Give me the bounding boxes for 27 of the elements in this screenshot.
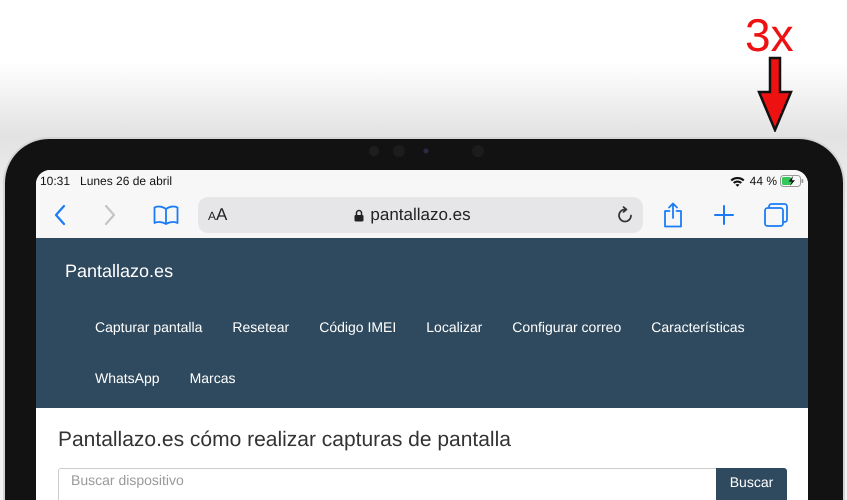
book-icon[interactable] (153, 205, 179, 225)
plus-icon[interactable] (714, 205, 734, 225)
address-bar[interactable]: AA pantallazo.es (198, 197, 643, 233)
search-field[interactable]: Buscar dispositivo (58, 468, 716, 500)
reload-icon[interactable] (617, 206, 633, 224)
back-icon[interactable] (53, 204, 67, 226)
url-text: pantallazo.es (370, 205, 471, 225)
status-time: 10:31 (40, 174, 70, 188)
nav-link[interactable]: Marcas (190, 353, 236, 404)
nav-link[interactable]: Capturar pantalla (95, 302, 202, 353)
status-date: Lunes 26 de abril (80, 174, 172, 188)
text-size-button[interactable]: AA (208, 205, 248, 225)
share-icon[interactable] (663, 202, 683, 228)
site-title-link[interactable]: Pantallazo.es (65, 258, 174, 284)
zoom-label: 3x (745, 10, 794, 60)
wifi-icon (730, 176, 745, 186)
search-button[interactable]: Buscar (716, 468, 787, 500)
battery-percent: 44 % (750, 174, 777, 188)
nav-link[interactable]: Características (651, 302, 745, 353)
nav-link[interactable]: Código IMEI (319, 302, 396, 353)
nav-link[interactable]: Resetear (232, 302, 290, 353)
nav-link[interactable]: Configurar correo (512, 302, 622, 353)
nav-link[interactable]: WhatsApp (95, 353, 160, 404)
down-arrow-icon (757, 56, 793, 132)
nav-link[interactable]: Localizar (426, 302, 482, 353)
tabs-icon[interactable] (764, 203, 788, 227)
page-heading: Pantallazo.es cómo realizar capturas de pantalla (58, 427, 512, 453)
